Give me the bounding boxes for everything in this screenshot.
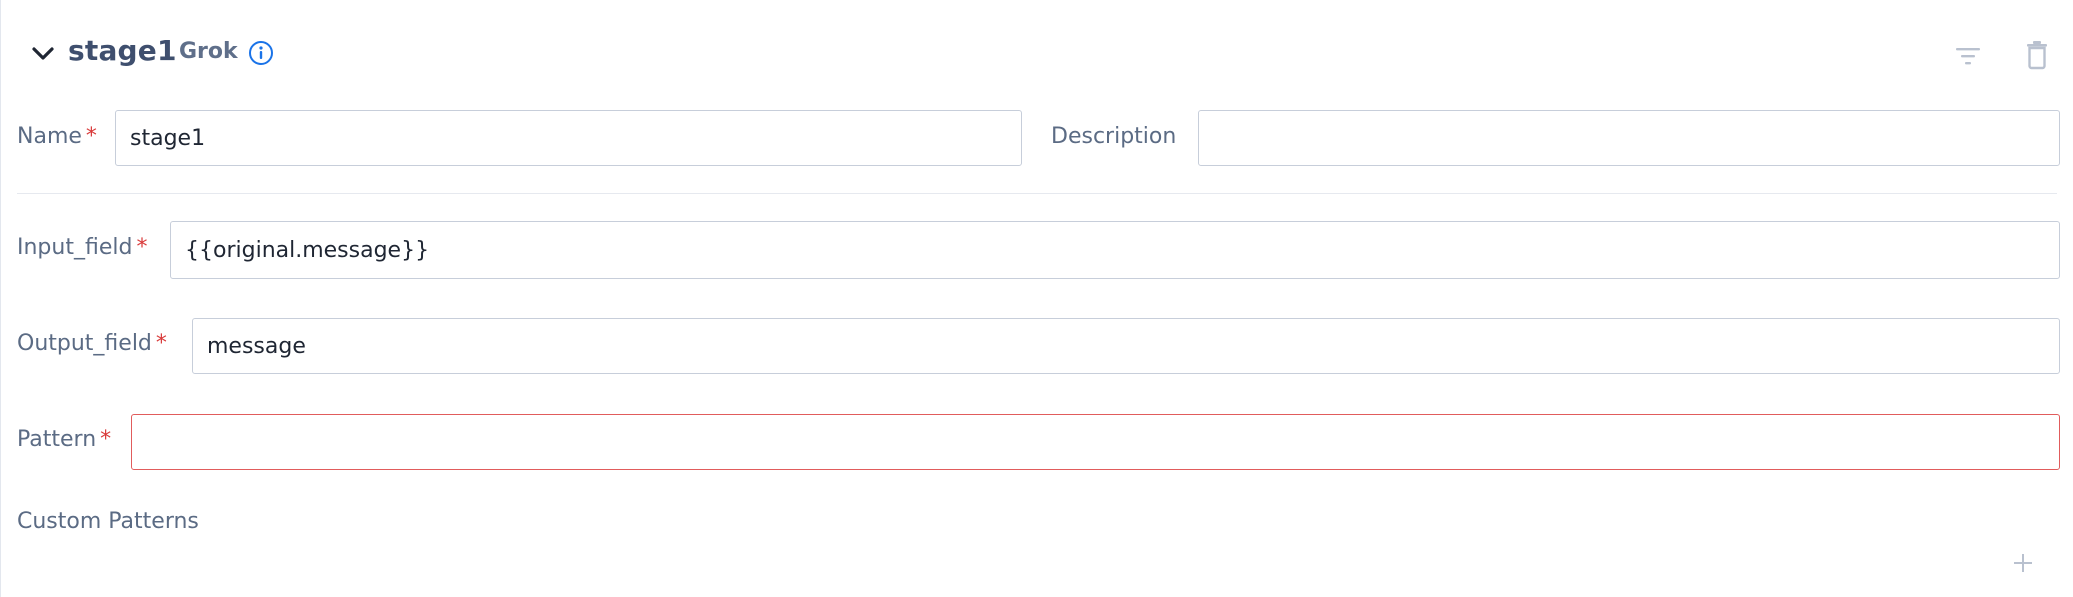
pattern-label: Pattern * — [17, 427, 112, 452]
description-input[interactable] — [1198, 110, 2060, 166]
chevron-down-icon[interactable] — [27, 38, 59, 70]
input-field-input[interactable] — [170, 221, 2060, 279]
required-mark: * — [85, 124, 97, 149]
required-mark: * — [136, 235, 148, 260]
custom-patterns-label: Custom Patterns — [17, 509, 199, 534]
stage-name: stage1 — [68, 34, 177, 67]
output-field-label: Output_field * — [17, 331, 167, 356]
required-mark: * — [155, 331, 167, 356]
stage-panel: stage1 Grok Name* Description Input_fiel… — [0, 0, 2073, 597]
plus-icon[interactable] — [2011, 551, 2035, 575]
stage-type: Grok — [179, 39, 238, 64]
description-label: Description — [1051, 124, 1177, 149]
output-field-input[interactable] — [192, 318, 2060, 374]
divider — [17, 193, 2057, 194]
name-input[interactable] — [115, 110, 1022, 166]
input-field-label: Input_field * — [17, 235, 148, 260]
stage-header: stage1 Grok — [17, 26, 2057, 82]
required-mark: * — [100, 427, 112, 452]
info-icon[interactable] — [248, 40, 274, 66]
trash-icon[interactable] — [2022, 39, 2052, 71]
filter-icon[interactable] — [1952, 40, 1984, 72]
name-label: Name * — [17, 124, 97, 149]
pattern-input[interactable] — [131, 414, 2060, 470]
